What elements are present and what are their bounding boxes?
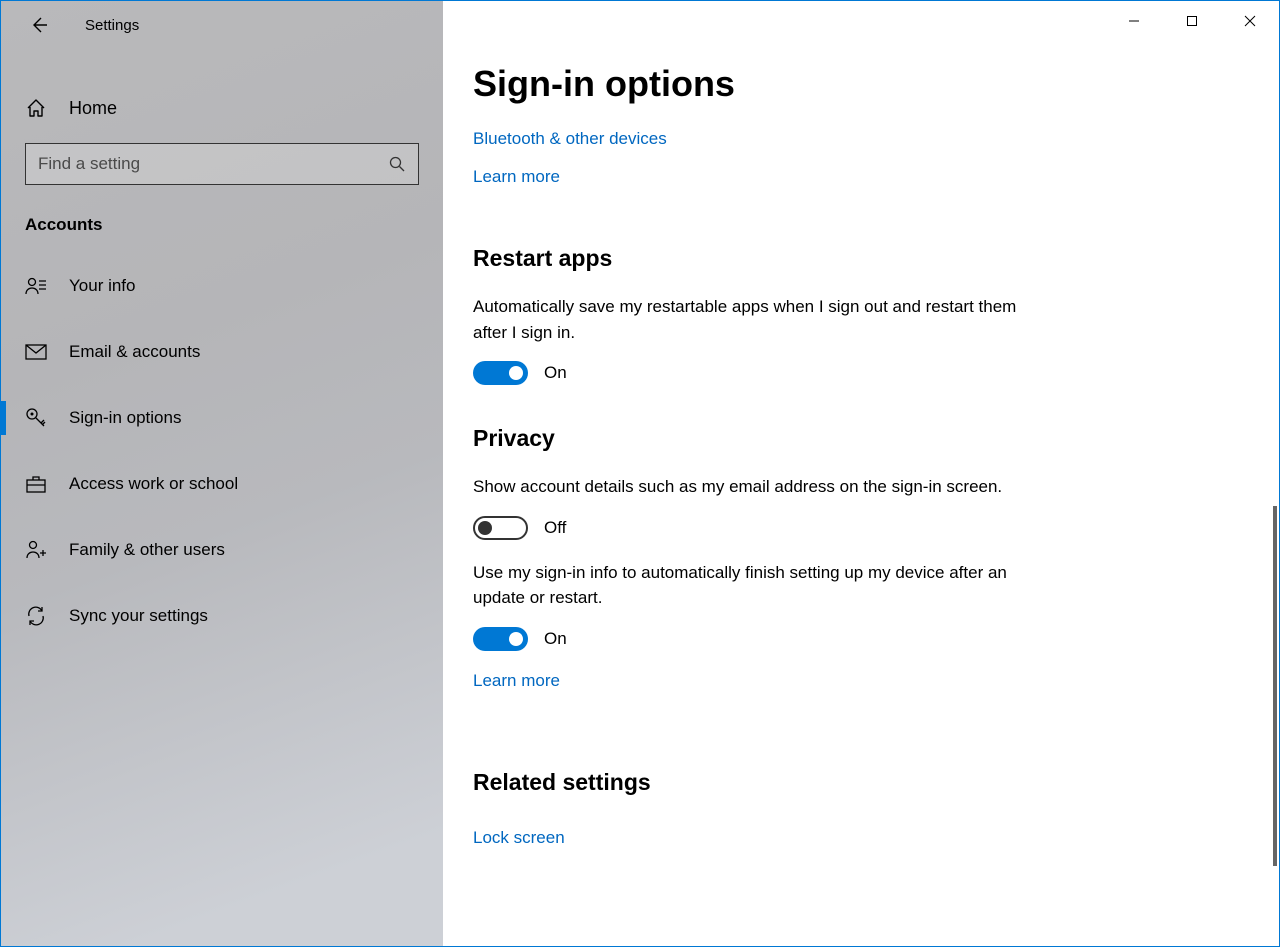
home-nav[interactable]: Home: [1, 83, 443, 133]
content-area: Sign-in options Bluetooth & other device…: [443, 1, 1279, 946]
toggle-use-signin-info[interactable]: [473, 627, 528, 651]
toggle-state-label: On: [544, 629, 567, 649]
search-wrap: [1, 133, 443, 185]
titlebar-left: Settings: [1, 1, 443, 49]
back-arrow-icon: [29, 15, 49, 35]
sidebar-item-access-work-school[interactable]: Access work or school: [1, 451, 443, 517]
main-panel: Sign-in options Bluetooth & other device…: [443, 1, 1279, 946]
maximize-button[interactable]: [1163, 1, 1221, 41]
scrollbar-track: [1273, 1, 1277, 946]
restart-apps-desc: Automatically save my restartable apps w…: [473, 294, 1043, 345]
privacy-desc-2: Use my sign-in info to automatically fin…: [473, 560, 1043, 611]
scrollbar-thumb[interactable]: [1273, 506, 1277, 866]
sidebar-item-label: Sync your settings: [69, 606, 208, 626]
section-privacy: Privacy Show account details such as my …: [473, 425, 1249, 709]
toggle-state-label: On: [544, 363, 567, 383]
close-icon: [1244, 15, 1256, 27]
back-button[interactable]: [23, 9, 55, 41]
mail-icon: [25, 344, 47, 360]
minimize-icon: [1128, 15, 1140, 27]
sync-icon: [25, 605, 47, 627]
section-heading: Restart apps: [473, 245, 1249, 272]
toggle-restart-apps[interactable]: [473, 361, 528, 385]
search-input[interactable]: [38, 154, 388, 174]
minimize-button[interactable]: [1105, 1, 1163, 41]
close-button[interactable]: [1221, 1, 1279, 41]
briefcase-icon: [25, 475, 47, 493]
home-icon: [25, 97, 47, 119]
sidebar-item-email-accounts[interactable]: Email & accounts: [1, 319, 443, 385]
search-icon: [388, 155, 406, 173]
privacy-desc-1: Show account details such as my email ad…: [473, 474, 1043, 500]
key-icon: [25, 407, 47, 429]
app-title: Settings: [85, 17, 139, 34]
link-bluetooth-devices[interactable]: Bluetooth & other devices: [473, 129, 667, 149]
sidebar-item-label: Family & other users: [69, 540, 225, 560]
search-box[interactable]: [25, 143, 419, 185]
toggle-row-show-account: Off: [473, 516, 1249, 540]
home-label: Home: [69, 98, 117, 119]
toggle-row-restart-apps: On: [473, 361, 1249, 385]
sidebar-item-label: Sign-in options: [69, 408, 181, 428]
sidebar-item-label: Email & accounts: [69, 342, 200, 362]
section-heading: Related settings: [473, 769, 1249, 796]
family-icon: [25, 540, 47, 560]
sidebar-item-label: Access work or school: [69, 474, 238, 494]
maximize-icon: [1186, 15, 1198, 27]
toggle-row-use-signin-info: On: [473, 627, 1249, 651]
section-related-settings: Related settings Lock screen: [473, 769, 1249, 866]
toggle-show-account-details[interactable]: [473, 516, 528, 540]
sidebar-item-family-users[interactable]: Family & other users: [1, 517, 443, 583]
window-controls: [1105, 1, 1279, 41]
user-info-icon: [25, 277, 47, 295]
section-heading: Privacy: [473, 425, 1249, 452]
section-restart-apps: Restart apps Automatically save my resta…: [473, 245, 1249, 385]
toggle-state-label: Off: [544, 518, 566, 538]
sidebar-item-your-info[interactable]: Your info: [1, 253, 443, 319]
sidebar-section-header: Accounts: [1, 185, 443, 253]
sidebar-item-sync-settings[interactable]: Sync your settings: [1, 583, 443, 649]
link-learn-more-top[interactable]: Learn more: [473, 167, 560, 187]
page-title: Sign-in options: [473, 63, 1249, 105]
sidebar-item-label: Your info: [69, 276, 135, 296]
sidebar-item-sign-in-options[interactable]: Sign-in options: [1, 385, 443, 451]
sidebar: Settings Home Accounts Your info: [1, 1, 443, 946]
link-learn-more-privacy[interactable]: Learn more: [473, 671, 560, 691]
link-lock-screen[interactable]: Lock screen: [473, 828, 565, 848]
